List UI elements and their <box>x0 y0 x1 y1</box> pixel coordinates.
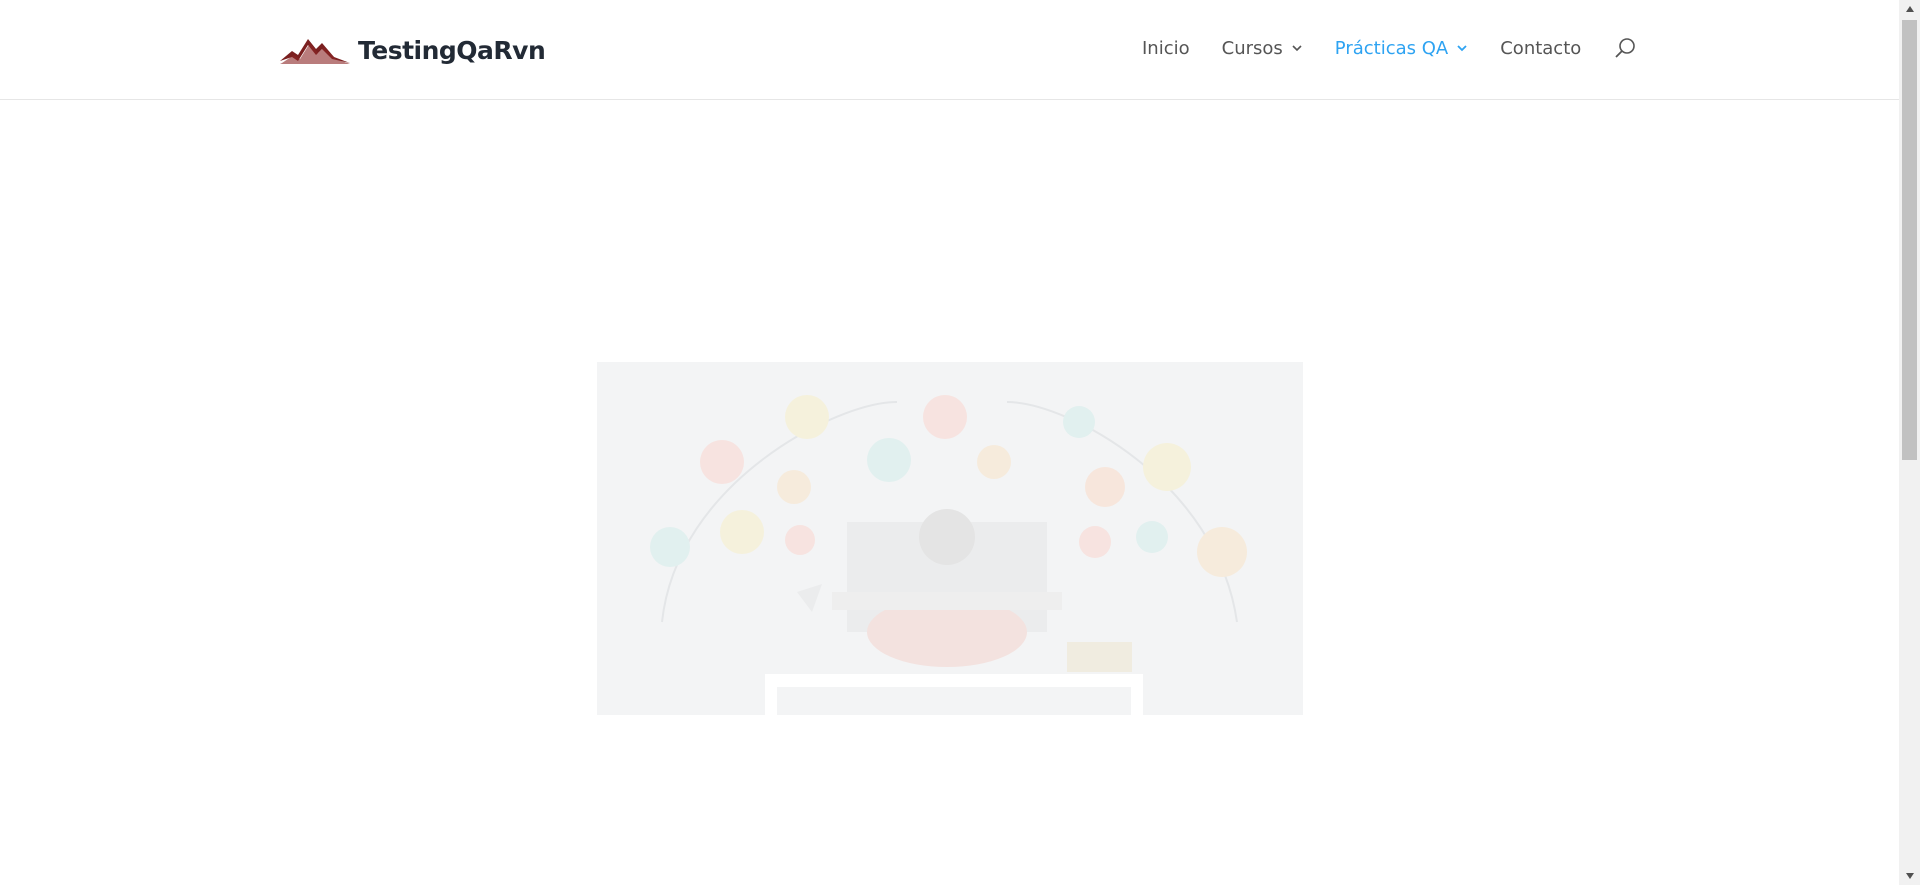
nav-item-label: Cursos <box>1221 37 1283 59</box>
programming-illustration-icon <box>650 395 1247 715</box>
chevron-down-icon <box>1292 45 1302 52</box>
main-nav: Inicio Cursos Prácticas QA Contacto <box>1142 36 1637 60</box>
mountain-logo-icon <box>280 39 350 64</box>
nav-item-label: Inicio <box>1142 37 1190 59</box>
nav-item-label: Contacto <box>1500 37 1582 59</box>
hero-illustration <box>597 362 1303 715</box>
nav-item-inicio[interactable]: Inicio <box>1142 38 1190 59</box>
chevron-down-icon <box>1457 45 1467 52</box>
brand-name: TestingQaRvn <box>358 35 546 65</box>
nav-item-label: Prácticas QA <box>1334 37 1449 59</box>
search-icon[interactable] <box>1613 36 1637 60</box>
nav-item-cursos[interactable]: Cursos <box>1222 38 1303 59</box>
site-logo[interactable]: TestingQaRvn <box>280 32 546 68</box>
nav-item-contacto[interactable]: Contacto <box>1500 38 1581 59</box>
triangle-up-icon <box>1905 6 1914 12</box>
site-header: TestingQaRvn Inicio Cursos Prácticas QA … <box>0 0 1899 100</box>
scroll-up-button[interactable] <box>1899 0 1920 18</box>
scroll-down-button[interactable] <box>1899 867 1920 885</box>
nav-item-practicas-qa[interactable]: Prácticas QA <box>1335 38 1468 59</box>
triangle-down-icon <box>1905 873 1914 879</box>
scrollbar-thumb[interactable] <box>1902 20 1917 460</box>
